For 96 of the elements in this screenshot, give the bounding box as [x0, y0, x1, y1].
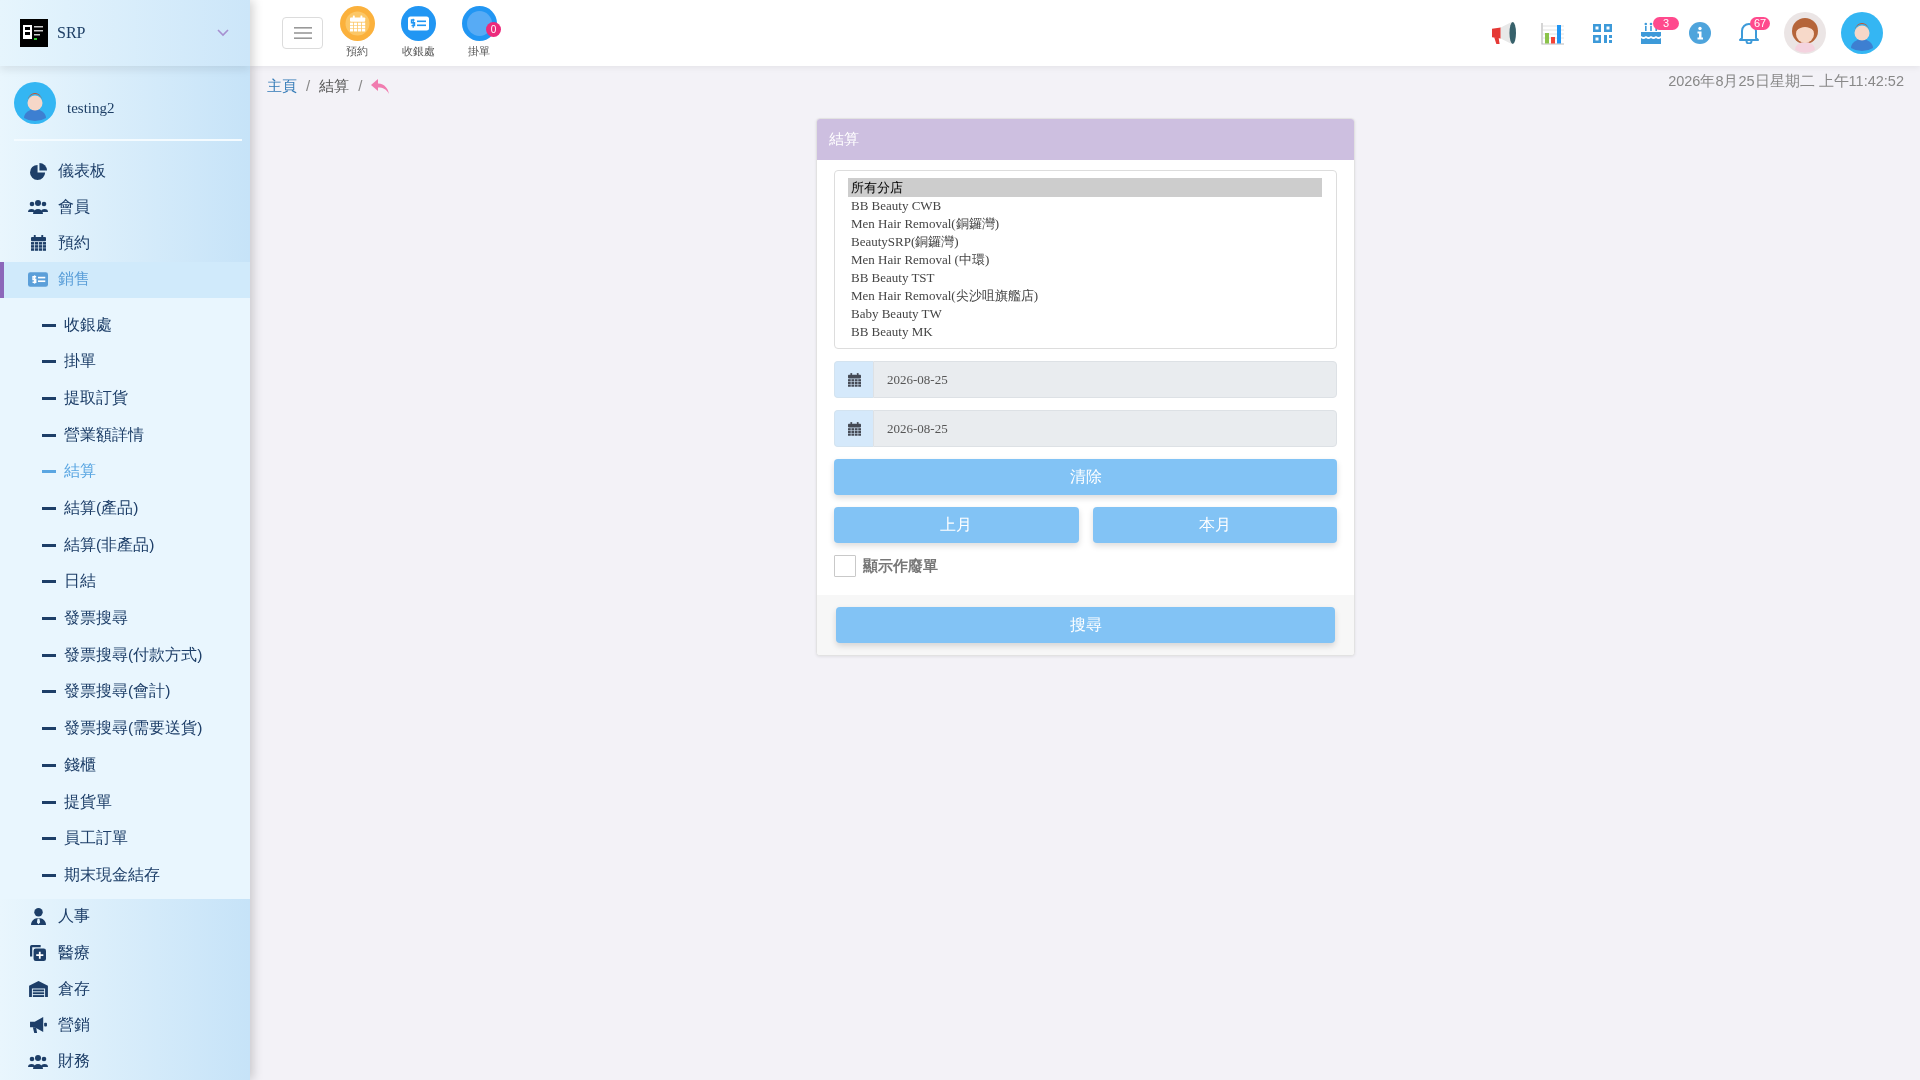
- profile-button[interactable]: [1841, 12, 1883, 54]
- menu-icon: [293, 27, 312, 39]
- dash-icon: [42, 580, 56, 584]
- dash-icon: [42, 617, 56, 621]
- date-field[interactable]: 2026-08-25: [873, 361, 1337, 398]
- count-badge: 67: [1750, 17, 1771, 30]
- dash-icon: [42, 653, 56, 657]
- dash-icon: [42, 323, 56, 327]
- list-option[interactable]: Men Hair Removal(尖沙咀旗艦店): [848, 287, 1322, 305]
- checkbox[interactable]: [834, 555, 856, 577]
- checkbox-label: 顯示作廢單: [863, 556, 938, 576]
- submenu-item[interactable]: 營業額詳情: [0, 416, 250, 454]
- submenu-item[interactable]: 結算(非產品): [0, 526, 250, 564]
- submenu-item[interactable]: 發票搜尋(需要送貨): [0, 710, 250, 747]
- submenu-item[interactable]: 發票搜尋(會計): [0, 673, 250, 711]
- dash-icon: [42, 433, 56, 437]
- avatar-icon: [14, 82, 56, 124]
- back-button[interactable]: [371, 78, 390, 94]
- user-name: testing2: [67, 99, 115, 117]
- user-icon: [30, 908, 46, 926]
- breadcrumb-current: 結算: [319, 76, 350, 96]
- nav-item[interactable]: 人事: [0, 898, 250, 935]
- submenu-item[interactable]: 錢櫃: [0, 747, 250, 784]
- megaphone-icon: [1492, 22, 1516, 44]
- calendar-icon: [847, 421, 861, 436]
- list-option[interactable]: 所有分店: [848, 178, 1322, 197]
- dash-icon: [42, 727, 56, 731]
- count-badge: 3: [1653, 17, 1680, 30]
- breadcrumb-link[interactable]: 主頁: [267, 76, 297, 96]
- payment-card-icon: [28, 272, 48, 288]
- submenu-item[interactable]: 發票搜尋(付款方式): [0, 636, 250, 674]
- dash-icon: [42, 543, 56, 547]
- staff-avatar-button[interactable]: [1784, 12, 1826, 54]
- chevron-down-icon[interactable]: [217, 29, 229, 37]
- users-icon: [28, 200, 48, 215]
- submenu-item[interactable]: 員工訂單: [0, 820, 250, 858]
- dash-icon: [42, 873, 56, 877]
- dash-icon: [42, 837, 56, 841]
- pie-chart-icon: [29, 162, 47, 180]
- list-option[interactable]: Men Hair Removal (中環): [848, 251, 1322, 269]
- dash-icon: [42, 470, 56, 474]
- dash-icon: [42, 800, 56, 804]
- list-option[interactable]: Baby Beauty TW: [848, 305, 1322, 323]
- submenu-item[interactable]: 收銀處: [0, 306, 250, 344]
- warehouse-icon: [28, 981, 48, 998]
- circle-icon: [461, 6, 497, 41]
- dash-icon: [42, 690, 56, 694]
- nav-item[interactable]: 預約: [0, 225, 250, 262]
- submenu-item[interactable]: 提取訂貨: [0, 380, 250, 417]
- dash-icon: [42, 507, 56, 511]
- nav-item[interactable]: 營銷: [0, 1007, 250, 1044]
- nav-item[interactable]: 會員: [0, 189, 250, 226]
- calendar-icon: [30, 235, 46, 252]
- breadcrumb-separator: /: [358, 76, 363, 96]
- shortcut-link[interactable]: 掛單 0: [454, 6, 504, 58]
- list-option[interactable]: BB Beauty MK: [848, 323, 1322, 341]
- nav-item[interactable]: 醫療: [0, 934, 250, 972]
- avatar-icon: [1784, 12, 1826, 54]
- submenu-item[interactable]: 發票搜尋: [0, 600, 250, 637]
- dash-icon: [42, 763, 56, 767]
- bar-chart-icon: [1541, 21, 1565, 45]
- dash-icon: [42, 360, 56, 364]
- bullhorn-icon: [29, 1017, 47, 1034]
- calendar-icon: [847, 372, 861, 387]
- logo-icon: [20, 19, 48, 47]
- submenu-item[interactable]: 日結: [0, 563, 250, 601]
- breadcrumb-separator: /: [306, 76, 311, 96]
- nav-item[interactable]: 倉存: [0, 971, 250, 1008]
- info-icon: [1689, 22, 1711, 44]
- medical-plus-icon: [30, 945, 46, 962]
- list-option[interactable]: BB Beauty TST: [848, 269, 1322, 287]
- qr-code-icon: [1592, 23, 1612, 43]
- nav-item[interactable]: 財務: [0, 1043, 250, 1080]
- nav-item[interactable]: 儀表板: [0, 153, 250, 190]
- brand-name: SRP: [57, 24, 86, 42]
- card-title: 結算: [829, 130, 859, 149]
- branch-list[interactable]: 所有分店 BB Beauty CWB Men Hair Removal(銅鑼灣) BeautySRP(銅鑼灣) Men Hair Removal (中環) BB Beauty TST Men Hair Removal(尖沙咀旗艦店) Baby Beauty TW BB Beauty MK: [834, 170, 1337, 349]
- submenu-item[interactable]: 結算(產品): [0, 490, 250, 527]
- list-option[interactable]: BeautySRP(銅鑼灣): [848, 233, 1322, 251]
- shortcut-link[interactable]: 收銀處: [393, 6, 443, 58]
- users-icon: [28, 1054, 48, 1069]
- cake-icon: [1640, 22, 1662, 44]
- reply-arrow-icon: [371, 78, 390, 94]
- list-option[interactable]: Men Hair Removal(銅鑼灣): [848, 215, 1322, 233]
- submenu-item[interactable]: 掛單: [0, 343, 250, 381]
- dash-icon: [42, 396, 56, 400]
- submenu-item[interactable]: 期末現金結存: [0, 857, 250, 894]
- submenu-item[interactable]: 提貨單: [0, 783, 250, 821]
- calendar-icon: [339, 6, 375, 41]
- shortcut-link[interactable]: 預約: [332, 6, 382, 58]
- date-field[interactable]: 2026-08-25: [873, 410, 1337, 447]
- list-option[interactable]: BB Beauty CWB: [848, 197, 1322, 215]
- avatar-icon: [1841, 12, 1883, 54]
- payment-card-icon: [400, 6, 436, 41]
- menu-button[interactable]: [282, 17, 323, 49]
- date-time: 2026年8月25日星期二 上午11:42:52: [1668, 72, 1904, 91]
